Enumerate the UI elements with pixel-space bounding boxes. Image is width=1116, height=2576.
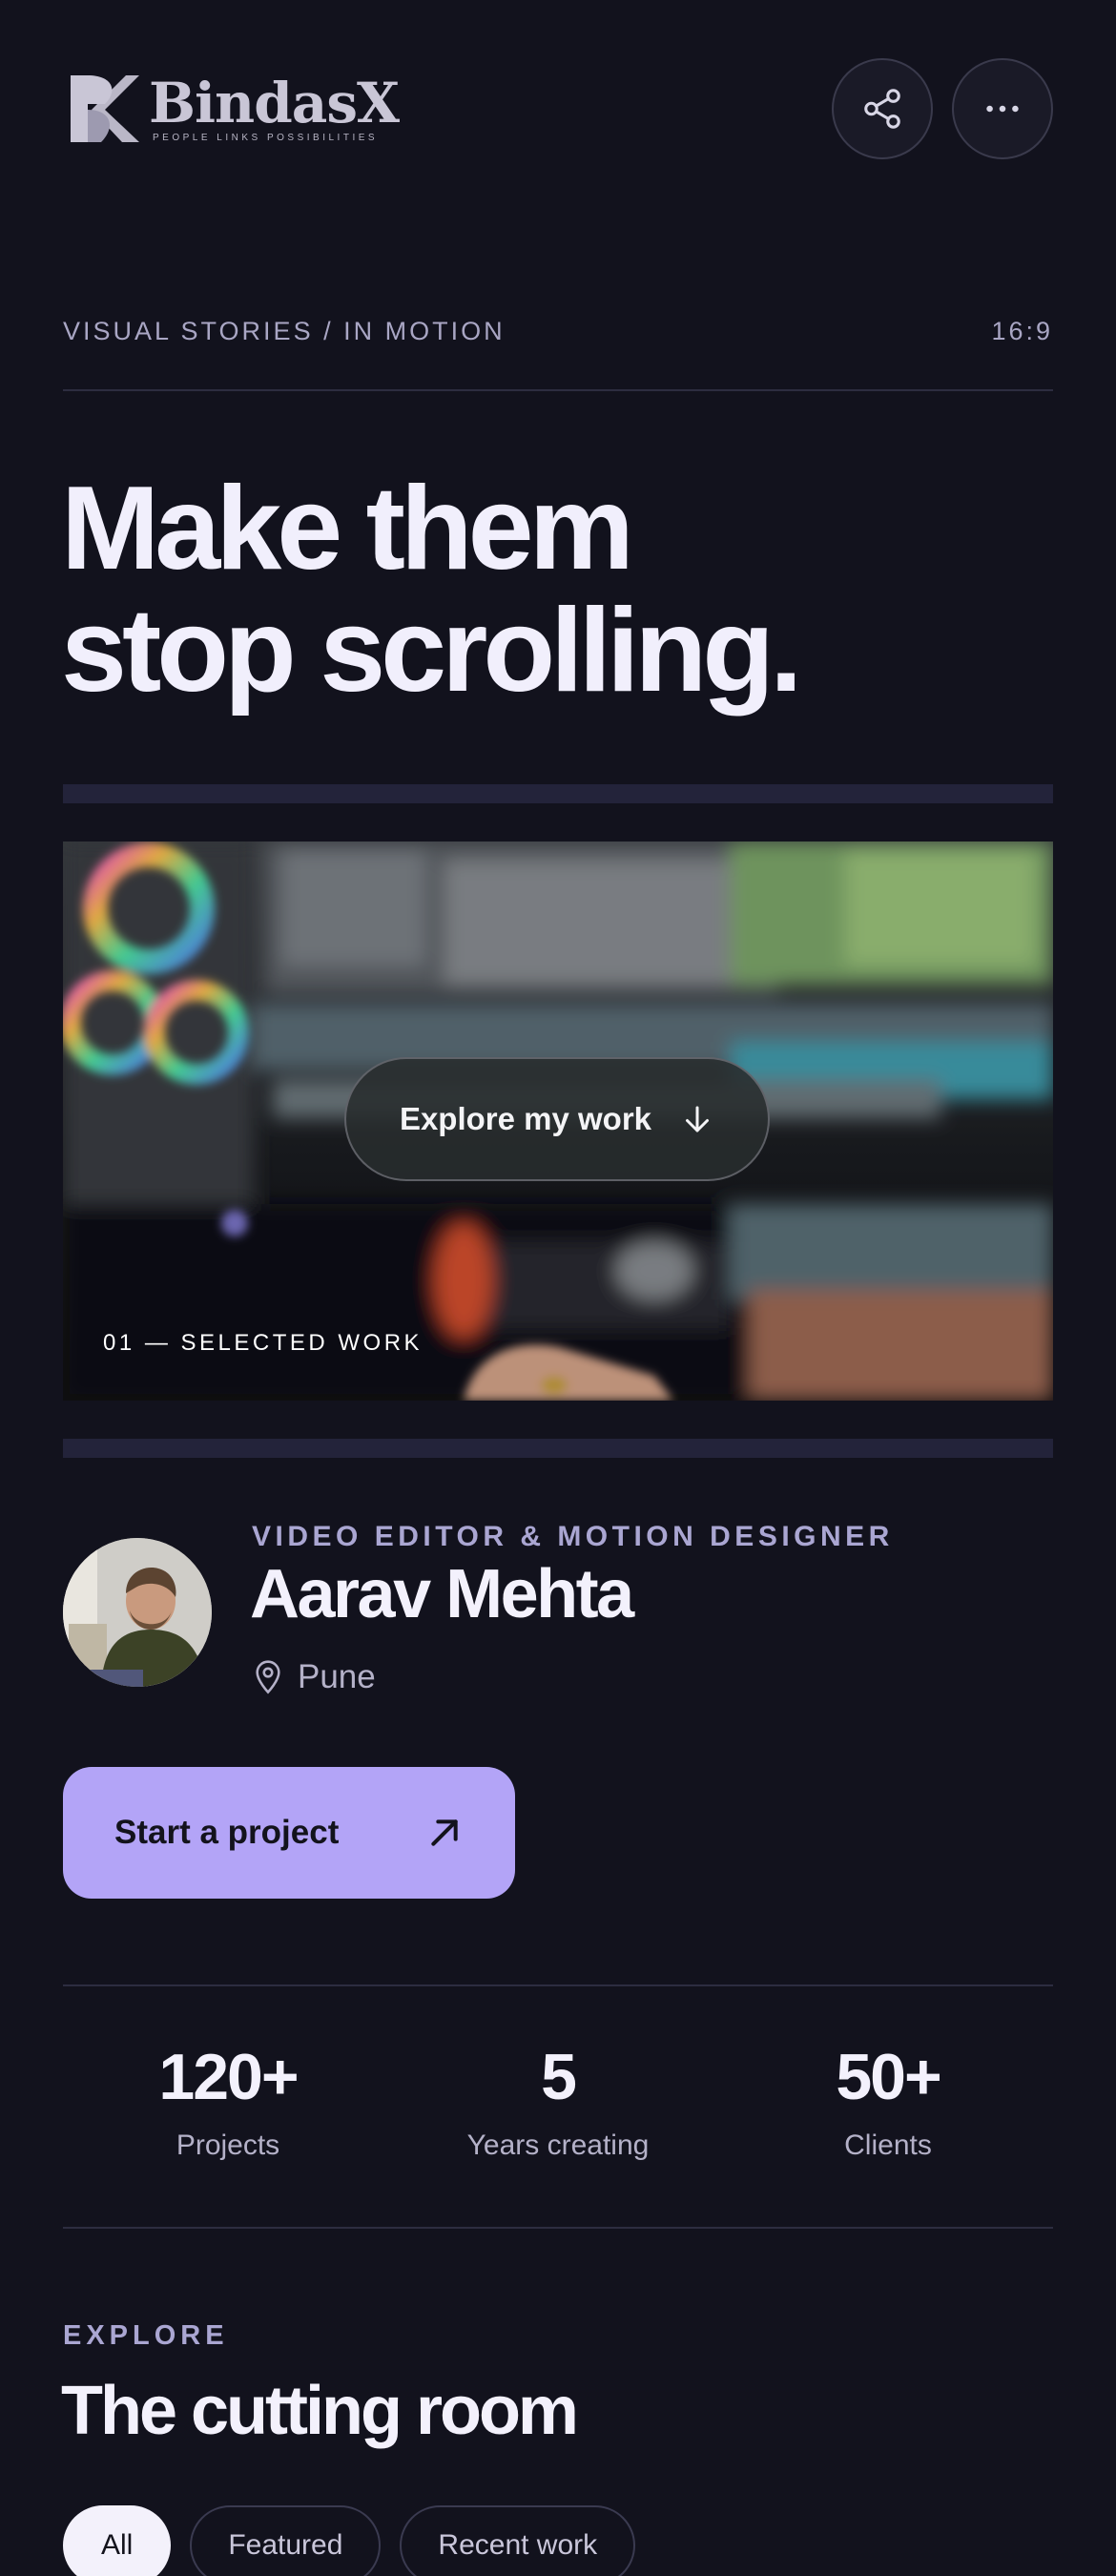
start-project-label: Start a project	[114, 1814, 340, 1851]
aspect-ratio-label: 16:9	[991, 317, 1053, 345]
explore-work-label: Explore my work	[399, 1101, 652, 1136]
brand-name: BindasX	[149, 70, 400, 135]
header: BindasX PEOPLE LINKS POSSIBILITIES	[63, 55, 1053, 162]
more-options-button[interactable]	[952, 58, 1053, 159]
profile-name: Aarav Mehta	[250, 1556, 634, 1632]
headline-line-1: Make them	[61, 463, 634, 594]
filter-chip-all[interactable]: All	[63, 2505, 172, 2576]
stat-clients: 50+ Clients	[723, 2034, 1053, 2162]
section-label: VISUAL STORIES / IN MOTION	[63, 317, 506, 345]
stat-label: Clients	[844, 2129, 932, 2161]
arrow-down-icon	[686, 1106, 710, 1132]
map-pin-icon	[256, 1660, 280, 1694]
arrow-up-right-icon	[431, 1819, 458, 1846]
share-icon	[864, 89, 900, 129]
filter-chip-featured[interactable]: Featured	[190, 2505, 382, 2576]
page: BindasX PEOPLE LINKS POSSIBILITIES VISUA…	[0, 0, 1116, 2576]
location-text: Pune	[298, 1658, 376, 1695]
stats-row: 120+ Projects 5 Years creating 50+ Clien…	[63, 2034, 1053, 2162]
headline-line-2: stop scrolling.	[61, 585, 802, 717]
explore-eyebrow: EXPLORE	[63, 2320, 229, 2351]
logo-mark-icon	[71, 75, 139, 142]
divider	[63, 389, 1053, 391]
hero-video[interactable]: Explore my work 01 — SELECTED WORK	[63, 841, 1053, 1401]
avatar-image	[63, 1538, 212, 1687]
more-horizontal-icon	[986, 105, 1019, 113]
stat-label: Projects	[176, 2129, 280, 2161]
profile-role: VIDEO EDITOR & MOTION DESIGNER	[252, 1521, 894, 1552]
stat-label: Years creating	[466, 2129, 650, 2161]
divider	[63, 1984, 1053, 1986]
stat-value: 120+	[158, 2041, 299, 2113]
divider	[63, 2227, 1053, 2229]
stat-projects: 120+ Projects	[63, 2034, 393, 2162]
brand-logo[interactable]: BindasX PEOPLE LINKS POSSIBILITIES	[63, 70, 400, 146]
profile-location: Pune	[252, 1658, 376, 1696]
meta-line: VISUAL STORIES / IN MOTION 16:9	[63, 317, 1053, 346]
explore-work-button[interactable]: Explore my work	[344, 1057, 770, 1181]
divider-bar	[63, 784, 1053, 803]
avatar[interactable]	[63, 1538, 212, 1687]
divider-bar	[63, 1439, 1053, 1458]
start-project-button[interactable]: Start a project	[63, 1767, 515, 1899]
stat-years: 5 Years creating	[393, 2034, 723, 2162]
brand-tagline: PEOPLE LINKS POSSIBILITIES	[153, 132, 379, 143]
filter-chips: All Featured Recent work	[63, 2505, 636, 2576]
filter-chip-recent-work[interactable]: Recent work	[400, 2505, 636, 2576]
hero-caption: 01 — SELECTED WORK	[103, 1330, 424, 1356]
section-title: The cutting room	[61, 2373, 579, 2449]
page-headline: Make them stop scrolling.	[61, 463, 802, 717]
share-button[interactable]	[832, 58, 933, 159]
stat-value: 5	[541, 2041, 577, 2113]
stat-value: 50+	[836, 2041, 941, 2113]
